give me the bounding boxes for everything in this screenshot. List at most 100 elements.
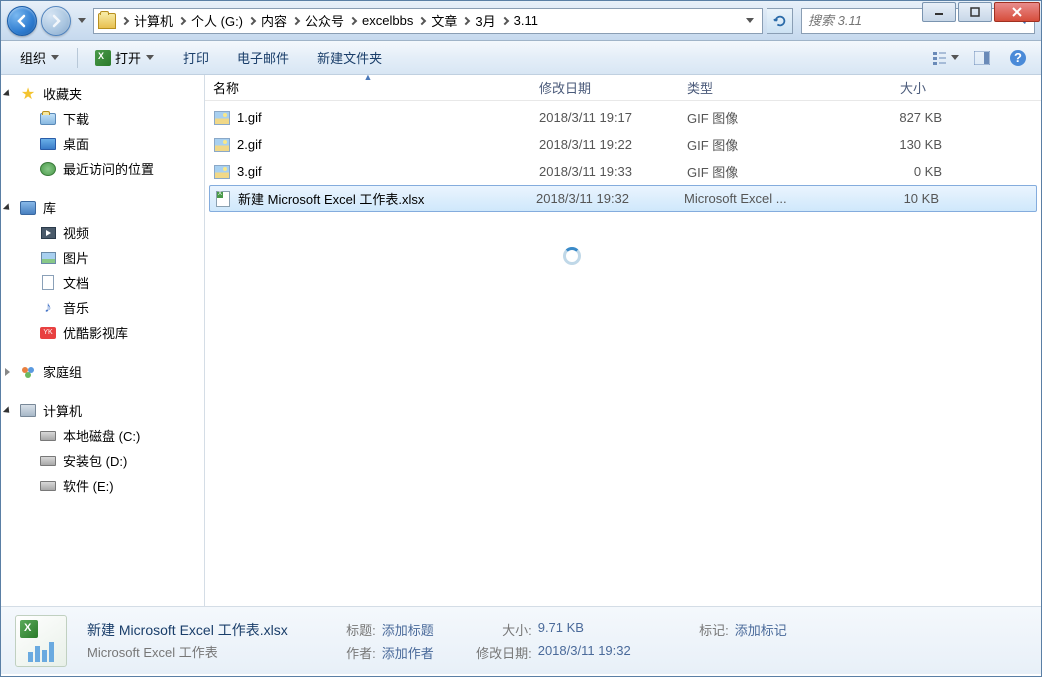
open-button[interactable]: 打开 [84, 43, 166, 72]
email-button[interactable]: 电子邮件 [226, 43, 300, 72]
file-name: 1.gif [237, 110, 262, 125]
details-filename: 新建 Microsoft Excel 工作表.xlsx [87, 620, 288, 640]
list-body[interactable]: 1.gif2018/3/11 19:17GIF 图像827 KB2.gif201… [205, 101, 1041, 215]
file-date: 2018/3/11 19:32 [536, 191, 684, 206]
organize-label: 组织 [20, 48, 46, 67]
column-label: 名称 [213, 78, 239, 97]
tree-item-pictures[interactable]: 图片 [1, 245, 204, 270]
column-name[interactable]: ▲名称 [205, 75, 531, 101]
chevron-right-icon[interactable] [291, 18, 301, 24]
breadcrumb-segment[interactable]: 计算机 [130, 11, 177, 30]
refresh-button[interactable] [767, 8, 793, 34]
chevron-right-icon[interactable] [120, 18, 130, 24]
tree-item-label: 文档 [63, 273, 89, 292]
tree-item-label: 最近访问的位置 [63, 159, 154, 178]
print-button[interactable]: 打印 [172, 43, 220, 72]
tree-computer[interactable]: 计算机 [1, 398, 204, 423]
chevron-right-icon[interactable] [247, 18, 257, 24]
tree-item-label: 桌面 [63, 134, 89, 153]
prop-value[interactable]: 添加作者 [382, 643, 434, 662]
file-name: 新建 Microsoft Excel 工作表.xlsx [238, 189, 424, 208]
file-date: 2018/3/11 19:22 [539, 137, 687, 152]
file-row[interactable]: 3.gif2018/3/11 19:33GIF 图像0 KB [205, 158, 1041, 185]
breadcrumb-segment[interactable]: excelbbs [358, 13, 417, 28]
breadcrumb-segment[interactable]: 文章 [427, 11, 461, 30]
details-file-icon [15, 615, 67, 667]
tree-item-music[interactable]: ♪音乐 [1, 295, 204, 320]
tree-item-drive-d[interactable]: 安装包 (D:) [1, 448, 204, 473]
chevron-right-icon[interactable] [177, 18, 187, 24]
tree-item-label: 视频 [63, 223, 89, 242]
breadcrumb-segment[interactable]: 3月 [471, 11, 499, 30]
maximize-button[interactable] [958, 2, 992, 22]
address-dropdown[interactable] [740, 9, 758, 33]
prop-label: 标题: [318, 620, 376, 639]
drive-icon [39, 478, 57, 494]
file-type: GIF 图像 [687, 135, 842, 154]
back-button[interactable] [7, 6, 37, 36]
file-row[interactable]: 2.gif2018/3/11 19:22GIF 图像130 KB [205, 131, 1041, 158]
video-icon [39, 225, 57, 241]
file-date: 2018/3/11 19:33 [539, 164, 687, 179]
help-button[interactable]: ? [1003, 46, 1033, 70]
tree-label: 库 [43, 198, 56, 217]
breadcrumb-segment[interactable]: 内容 [257, 11, 291, 30]
tree-libraries[interactable]: 库 [1, 195, 204, 220]
prop-value: 2018/3/11 19:32 [538, 643, 631, 662]
forward-button[interactable] [41, 6, 71, 36]
image-icon [39, 250, 57, 266]
breadcrumb-segment[interactable]: 3.11 [510, 13, 542, 28]
file-row[interactable]: 新建 Microsoft Excel 工作表.xlsx 2018/3/11 19:… [209, 185, 1037, 212]
minimize-button[interactable] [922, 2, 956, 22]
chevron-right-icon[interactable] [348, 18, 358, 24]
tree-favorites[interactable]: ★收藏夹 [1, 81, 204, 106]
open-label: 打开 [115, 48, 141, 67]
file-row[interactable]: 1.gif2018/3/11 19:17GIF 图像827 KB [205, 104, 1041, 131]
separator [77, 48, 78, 68]
recent-icon [39, 161, 57, 177]
preview-pane-button[interactable] [967, 46, 997, 70]
star-icon: ★ [19, 86, 37, 102]
tree-label: 家庭组 [43, 362, 82, 381]
breadcrumb-segment[interactable]: 公众号 [301, 11, 348, 30]
tree-item-label: 下载 [63, 109, 89, 128]
youku-icon: YK [39, 325, 57, 341]
organize-button[interactable]: 组织 [9, 43, 71, 72]
prop-value[interactable]: 添加标题 [382, 620, 434, 639]
history-dropdown[interactable] [75, 12, 89, 30]
close-button[interactable] [994, 2, 1040, 22]
main-content: ★收藏夹 下载 桌面 最近访问的位置 库 视频 图片 文档 ♪音乐 YK优酷影视… [1, 75, 1041, 606]
xlsx-file-icon [214, 191, 232, 207]
file-size: 10 KB [839, 191, 939, 206]
view-options-button[interactable] [931, 46, 961, 70]
chevron-right-icon[interactable] [461, 18, 471, 24]
tree-item-documents[interactable]: 文档 [1, 270, 204, 295]
new-folder-button[interactable]: 新建文件夹 [306, 43, 393, 72]
tree-item-recent[interactable]: 最近访问的位置 [1, 156, 204, 181]
chevron-down-icon [50, 55, 60, 60]
tree-item-label: 音乐 [63, 298, 89, 317]
tree-item-drive-c[interactable]: 本地磁盘 (C:) [1, 423, 204, 448]
tree-item-downloads[interactable]: 下载 [1, 106, 204, 131]
column-size[interactable]: 大小 [834, 75, 934, 101]
file-type: GIF 图像 [687, 162, 842, 181]
library-icon [19, 200, 37, 216]
navigation-tree[interactable]: ★收藏夹 下载 桌面 最近访问的位置 库 视频 图片 文档 ♪音乐 YK优酷影视… [1, 75, 205, 606]
tree-item-videos[interactable]: 视频 [1, 220, 204, 245]
tree-homegroup[interactable]: 家庭组 [1, 359, 204, 384]
chevron-down-icon [950, 55, 960, 60]
tree-item-youku[interactable]: YK优酷影视库 [1, 320, 204, 345]
file-type: Microsoft Excel ... [684, 191, 839, 206]
column-type[interactable]: 类型 [679, 75, 834, 101]
column-date[interactable]: 修改日期 [531, 75, 679, 101]
address-bar[interactable]: 计算机 个人 (G:) 内容 公众号 excelbbs 文章 3月 3.11 [93, 8, 763, 34]
prop-value[interactable]: 添加标记 [735, 620, 787, 639]
tree-item-desktop[interactable]: 桌面 [1, 131, 204, 156]
tree-item-drive-e[interactable]: 软件 (E:) [1, 473, 204, 498]
tree-item-label: 安装包 (D:) [63, 451, 127, 470]
chevron-right-icon[interactable] [500, 18, 510, 24]
chevron-right-icon[interactable] [417, 18, 427, 24]
drive-icon [39, 428, 57, 444]
document-icon [39, 275, 57, 291]
breadcrumb-segment[interactable]: 个人 (G:) [187, 11, 247, 30]
